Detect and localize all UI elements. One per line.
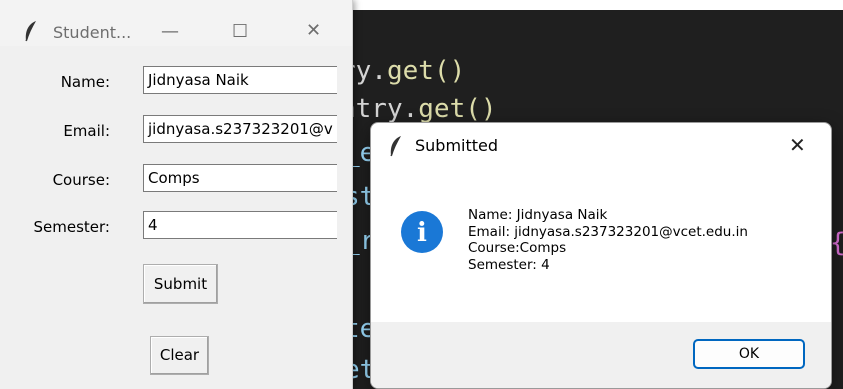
message-line-email: Email: jidnyasa.s237323201@vcet.edu.in xyxy=(468,223,748,240)
code-line-1: ry.get() xyxy=(340,56,465,86)
submitted-dialog: Submitted ✕ i Name: Jidnyasa Naik Email:… xyxy=(370,122,832,389)
ok-button[interactable]: OK xyxy=(693,339,805,369)
name-label: Name: xyxy=(60,73,110,91)
semester-input[interactable]: 4 xyxy=(143,211,337,239)
clear-button[interactable]: Clear xyxy=(150,336,209,375)
name-input[interactable]: Jidnyasa Naik xyxy=(143,66,337,94)
email-input[interactable]: jidnyasa.s237323201@v xyxy=(143,115,337,143)
semester-label: Semester: xyxy=(33,218,110,236)
course-input[interactable]: Comps xyxy=(143,164,337,192)
student-form-window: Student... — ☐ ✕ Name: Jidnyasa Naik Ema… xyxy=(0,0,353,389)
code-fragment: () xyxy=(433,56,466,86)
maximize-button[interactable]: ☐ xyxy=(232,21,248,42)
message-line-semester: Semester: 4 xyxy=(468,256,550,273)
message-line-name: Name: Jidnyasa Naik xyxy=(468,207,608,223)
info-icon: i xyxy=(401,211,443,253)
code-fragment: get xyxy=(386,56,434,86)
course-label: Course: xyxy=(52,171,110,189)
submit-button[interactable]: Submit xyxy=(143,264,218,304)
message-line-course: Course:Comps xyxy=(468,240,567,256)
student-window-titlebar[interactable]: Student... — ☐ ✕ xyxy=(0,0,352,46)
feather-icon xyxy=(25,21,36,42)
dialog-message: Name: Jidnyasa Naik Email: jidnyasa.s237… xyxy=(468,207,748,273)
dialog-close-button[interactable]: ✕ xyxy=(789,133,806,157)
dialog-title: Submitted xyxy=(415,136,499,155)
dialog-footer: OK xyxy=(371,322,831,388)
code-fragment: get xyxy=(418,94,466,124)
window-title: Student... xyxy=(53,23,132,42)
code-line-2: ntry.get() xyxy=(340,94,497,124)
minimize-button[interactable]: — xyxy=(161,21,179,42)
code-fragment: () xyxy=(465,94,497,124)
email-label: Email: xyxy=(63,122,110,140)
close-button[interactable]: ✕ xyxy=(306,20,321,41)
feather-icon xyxy=(390,136,401,157)
